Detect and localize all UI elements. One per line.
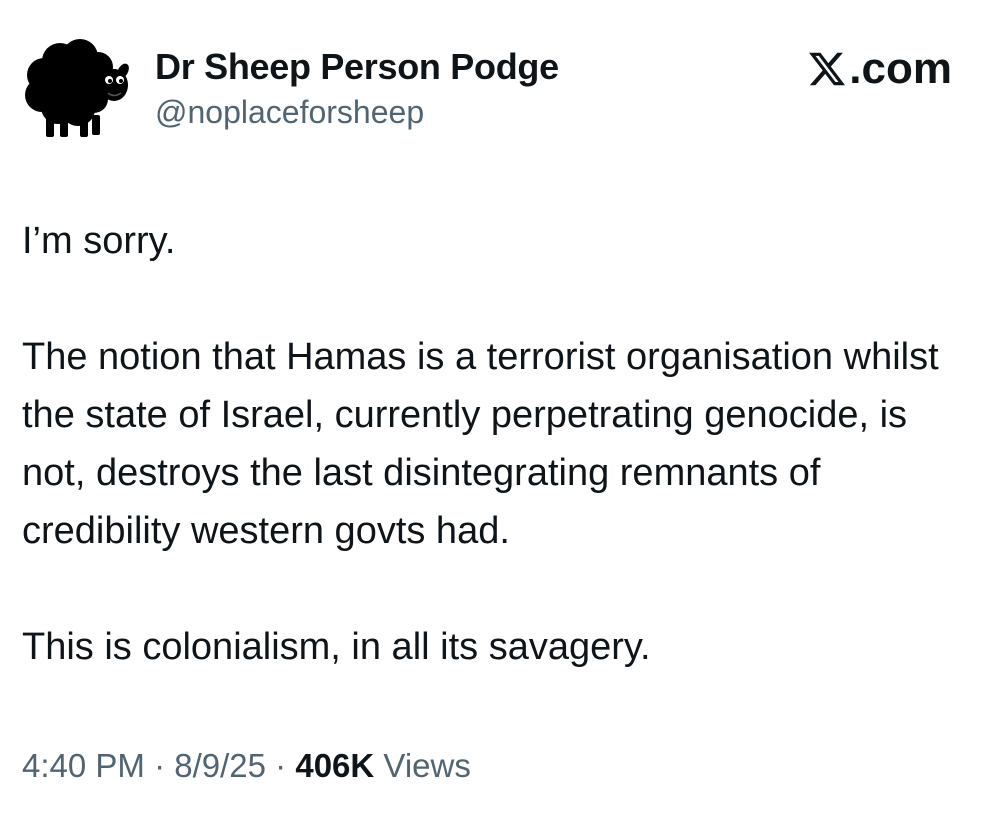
x-brand-watermark: .com xyxy=(807,44,952,94)
tweet-paragraph: This is colonialism, in all its savagery… xyxy=(22,626,651,668)
brand-domain-label: .com xyxy=(849,44,952,93)
tweet-meta: 4:40 PM · 8/9/25 · 406K Views xyxy=(22,744,471,788)
views-label: Views xyxy=(383,747,471,784)
tweet-paragraph: I’m sorry. xyxy=(22,220,176,262)
tweet-paragraph: The notion that Hamas is a terrorist org… xyxy=(22,336,939,552)
post-date[interactable]: 8/9/25 xyxy=(174,747,266,784)
views-count[interactable]: 406K xyxy=(295,747,374,784)
display-name[interactable]: Dr Sheep Person Podge xyxy=(155,46,559,88)
author-info: Dr Sheep Person Podge @noplaceforsheep xyxy=(155,46,559,132)
post-time[interactable]: 4:40 PM xyxy=(22,747,145,784)
tweet-card: Dr Sheep Person Podge @noplaceforsheep .… xyxy=(0,0,1000,824)
user-handle[interactable]: @noplaceforsheep xyxy=(155,92,559,132)
avatar[interactable] xyxy=(22,33,136,147)
meta-separator: · xyxy=(275,747,287,784)
tweet-text: I’m sorry. The notion that Hamas is a te… xyxy=(22,212,972,676)
x-logo-icon xyxy=(809,52,846,86)
meta-separator: · xyxy=(154,747,166,784)
black-sheep-avatar-icon xyxy=(25,39,129,137)
